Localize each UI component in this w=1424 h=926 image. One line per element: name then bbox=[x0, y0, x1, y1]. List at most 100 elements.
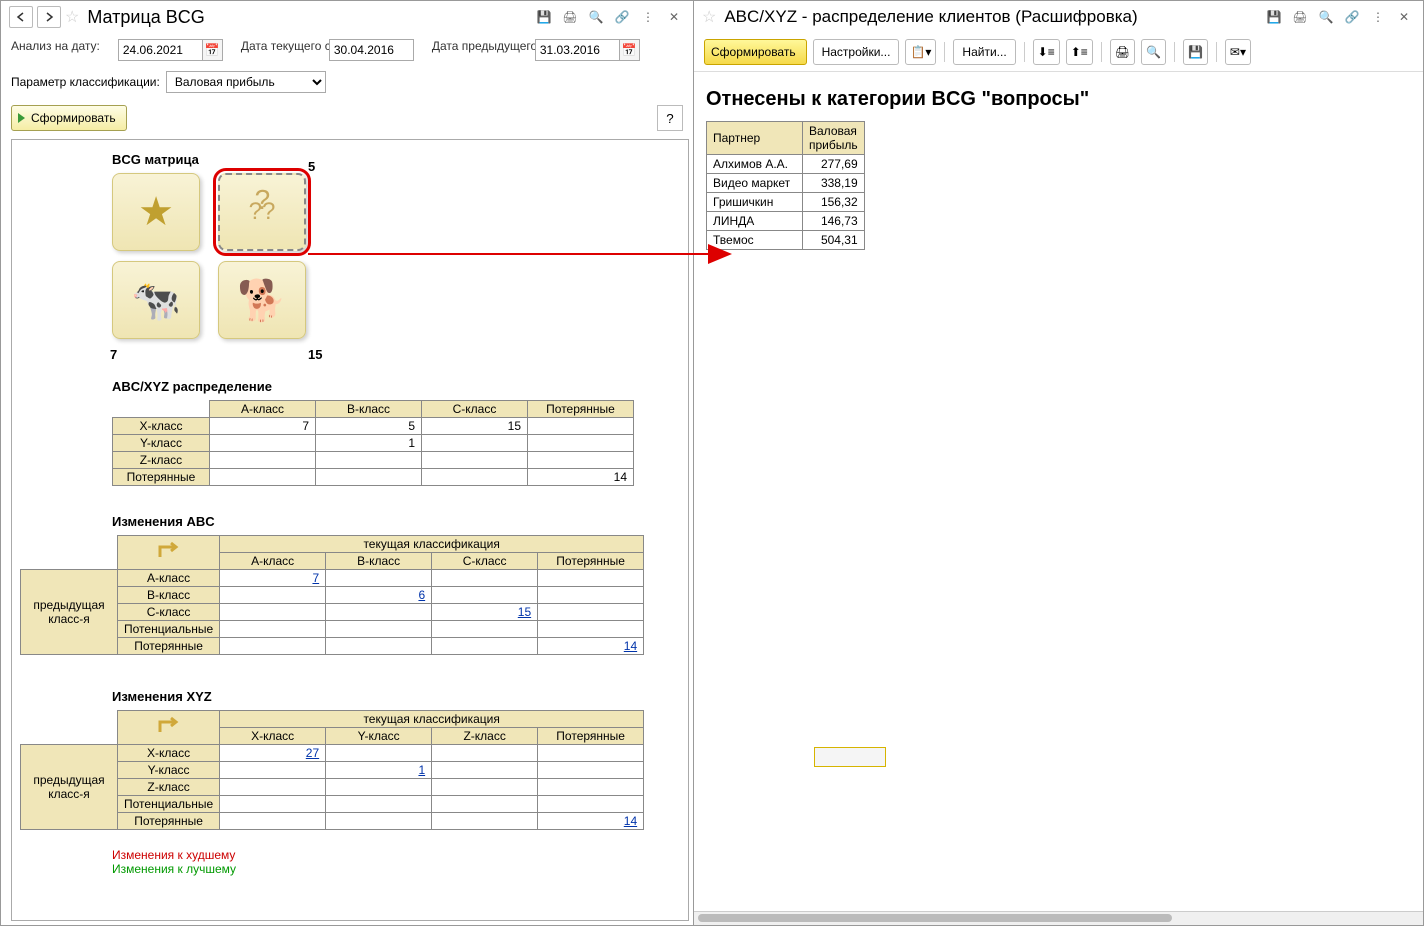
right-panel: ☆ ABC/XYZ - распределение клиентов (Расш… bbox=[694, 1, 1423, 925]
current-date-input[interactable] bbox=[329, 39, 414, 61]
current-date-label: Дата текущего среза: bbox=[241, 39, 311, 53]
right-title-bar: ☆ ABC/XYZ - распределение клиентов (Расш… bbox=[694, 1, 1423, 33]
right-body: Отнесены к категории BCG "вопросы" Партн… bbox=[694, 72, 1423, 911]
table-cell bbox=[432, 813, 538, 830]
generate-button[interactable]: Сформировать bbox=[11, 105, 127, 131]
params-row: Анализ на дату: 📅 Дата текущего среза: Д… bbox=[1, 33, 693, 67]
table-cell bbox=[538, 621, 644, 638]
right-toolbar: Сформировать Настройки... 📋▾ Найти... ⬇≡… bbox=[694, 33, 1423, 72]
table-cell bbox=[432, 621, 538, 638]
legend-bad: Изменения к худшему bbox=[112, 848, 688, 862]
more-icon[interactable]: ⋮ bbox=[637, 6, 659, 28]
bcg-count-tr: 5 bbox=[308, 159, 315, 174]
table-cell bbox=[432, 587, 538, 604]
table-cell[interactable]: 7 bbox=[220, 570, 326, 587]
table-cell bbox=[326, 745, 432, 762]
action-row: Сформировать ? bbox=[1, 97, 693, 139]
favorite-star-icon[interactable]: ☆ bbox=[702, 7, 716, 27]
table-cell[interactable]: 15 bbox=[432, 604, 538, 621]
table-row[interactable]: Видео маркет338,19 bbox=[707, 174, 865, 193]
preview-button[interactable]: 🔍 bbox=[1141, 39, 1166, 65]
analysis-date-label: Анализ на дату: bbox=[11, 39, 100, 53]
legend: Изменения к худшему Изменения к лучшему bbox=[112, 848, 688, 876]
save-icon[interactable]: 💾 bbox=[1263, 6, 1285, 28]
table-cell bbox=[432, 762, 538, 779]
table-cell bbox=[538, 762, 644, 779]
table-cell bbox=[220, 813, 326, 830]
bcg-cell-cows[interactable]: 🐄 bbox=[112, 261, 200, 339]
help-button[interactable]: ? bbox=[657, 105, 683, 131]
table-cell bbox=[220, 762, 326, 779]
find-button[interactable]: Найти... bbox=[953, 39, 1015, 65]
more-icon[interactable]: ⋮ bbox=[1367, 6, 1389, 28]
table-cell bbox=[432, 779, 538, 796]
table-row[interactable]: Твемос504,31 bbox=[707, 231, 865, 250]
table-cell bbox=[326, 796, 432, 813]
table-cell bbox=[538, 779, 644, 796]
link-icon[interactable]: 🔗 bbox=[611, 6, 633, 28]
table-row[interactable]: Алхимов А.А.277,69 bbox=[707, 155, 865, 174]
table-cell bbox=[326, 779, 432, 796]
close-icon[interactable]: ✕ bbox=[663, 6, 685, 28]
preview-icon[interactable]: 🔍 bbox=[1315, 6, 1337, 28]
table-row[interactable]: Гришичкин156,32 bbox=[707, 193, 865, 212]
table-cell[interactable]: 14 bbox=[538, 638, 644, 655]
classif-label: Параметр классификации: bbox=[11, 75, 160, 89]
nav-back-button[interactable] bbox=[9, 6, 33, 28]
report-area[interactable]: BCG матрица 5 ★ ??? 🐄 🐕 7 15 ABC/XYZ рас… bbox=[11, 139, 689, 921]
table-cell[interactable]: 14 bbox=[538, 813, 644, 830]
horizontal-scrollbar[interactable] bbox=[694, 911, 1423, 925]
print-icon[interactable]: 🖨 bbox=[1289, 6, 1311, 28]
variants-button[interactable]: 📋▾ bbox=[905, 39, 936, 65]
bcg-cell-dogs[interactable]: 🐕 bbox=[218, 261, 306, 339]
print-icon[interactable]: 🖨 bbox=[559, 6, 581, 28]
save-icon[interactable]: 💾 bbox=[533, 6, 555, 28]
table-cell bbox=[538, 604, 644, 621]
disk-button[interactable]: 💾 bbox=[1183, 39, 1208, 65]
table-cell bbox=[220, 638, 326, 655]
analysis-date-input[interactable] bbox=[118, 39, 203, 61]
bcg-cell-questions[interactable]: ??? bbox=[218, 173, 306, 251]
prev-date-input[interactable] bbox=[535, 39, 620, 61]
mail-button[interactable]: ✉▾ bbox=[1225, 39, 1251, 65]
print-button[interactable]: 🖨 bbox=[1110, 39, 1135, 65]
table-cell bbox=[432, 570, 538, 587]
page-title: ABC/XYZ - распределение клиентов (Расшиф… bbox=[720, 7, 1259, 27]
favorite-star-icon[interactable]: ☆ bbox=[65, 7, 79, 27]
table-cell bbox=[538, 745, 644, 762]
nav-forward-button[interactable] bbox=[37, 6, 61, 28]
table-cell bbox=[326, 621, 432, 638]
calendar-icon[interactable]: 📅 bbox=[620, 39, 640, 61]
generate-button[interactable]: Сформировать bbox=[704, 39, 807, 65]
report-heading: Отнесены к категории BCG "вопросы" bbox=[706, 88, 1411, 111]
abc-title: Изменения ABC bbox=[112, 514, 688, 529]
classif-select[interactable]: Валовая прибыль bbox=[166, 71, 326, 93]
table-cell bbox=[220, 621, 326, 638]
table-cell bbox=[326, 638, 432, 655]
xyz-table: текущая классификацияX-классY-классZ-кла… bbox=[20, 710, 644, 830]
bcg-matrix: 5 ★ ??? 🐄 🐕 7 15 bbox=[112, 173, 332, 339]
table-cell bbox=[220, 779, 326, 796]
page-title: Матрица BCG bbox=[83, 7, 529, 28]
close-icon[interactable]: ✕ bbox=[1393, 6, 1415, 28]
link-icon[interactable]: 🔗 bbox=[1341, 6, 1363, 28]
preview-icon[interactable]: 🔍 bbox=[585, 6, 607, 28]
table-cell bbox=[538, 796, 644, 813]
expand-button[interactable]: ⬇≡ bbox=[1033, 39, 1060, 65]
table-cell bbox=[538, 570, 644, 587]
selection-box bbox=[814, 747, 886, 767]
table-cell[interactable]: 6 bbox=[326, 587, 432, 604]
settings-button[interactable]: Настройки... bbox=[813, 39, 900, 65]
table-cell bbox=[538, 587, 644, 604]
calendar-icon[interactable]: 📅 bbox=[203, 39, 223, 61]
left-title-bar: ☆ Матрица BCG 💾 🖨 🔍 🔗 ⋮ ✕ bbox=[1, 1, 693, 33]
prev-date-label: Дата предыдущего среза: bbox=[432, 39, 517, 53]
table-cell[interactable]: 1 bbox=[326, 762, 432, 779]
abcxyz-title: ABC/XYZ распределение bbox=[112, 379, 688, 394]
bcg-count-bl: 7 bbox=[110, 347, 117, 362]
table-row[interactable]: ЛИНДА146,73 bbox=[707, 212, 865, 231]
table-cell[interactable]: 27 bbox=[220, 745, 326, 762]
table-cell bbox=[432, 638, 538, 655]
bcg-cell-stars[interactable]: ★ bbox=[112, 173, 200, 251]
collapse-button[interactable]: ⬆≡ bbox=[1066, 39, 1093, 65]
